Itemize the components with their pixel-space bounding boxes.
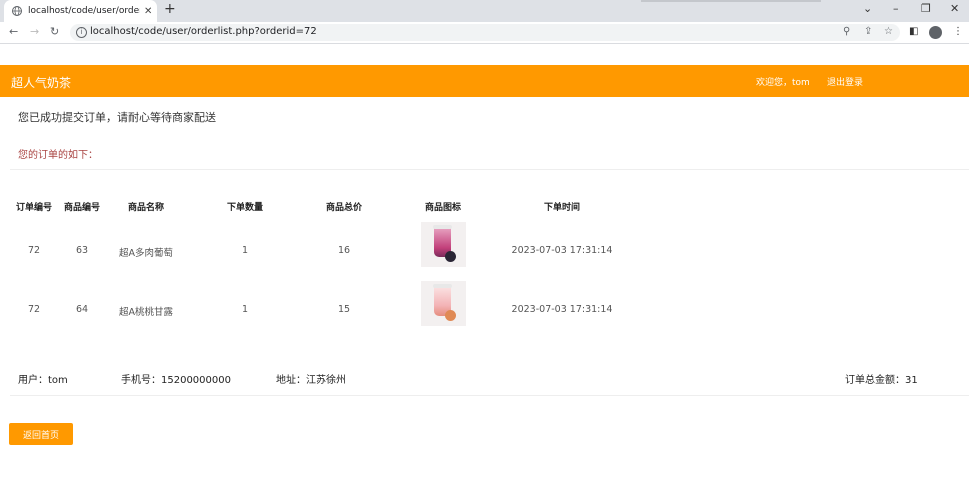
site-header: 超人气奶茶 欢迎您，tom 退出登录 (0, 65, 969, 97)
site-title[interactable]: 超人气奶茶 (11, 74, 71, 91)
site-info-icon[interactable]: i (76, 27, 87, 38)
column-header-product-id: 商品编号 (63, 203, 101, 213)
welcome-text: 欢迎您，tom (756, 78, 810, 88)
peach-milk-tea-image (421, 281, 466, 326)
url-text[interactable]: localhost/code/user/orderlist.php?orderi… (90, 26, 317, 37)
new-tab-button[interactable]: + (164, 1, 176, 17)
side-panel-icon[interactable]: ◧ (909, 26, 918, 37)
browser-tab[interactable]: localhost/code/user/orderlist.p ✕ (4, 0, 157, 22)
order-id-cell: 72 (27, 304, 41, 315)
product-name-cell: 超A多肉葡萄 (119, 248, 173, 259)
quantity-cell: 1 (241, 304, 249, 315)
globe-icon (12, 6, 22, 16)
order-subheading: 您的订单的如下： (18, 150, 98, 161)
url-input[interactable]: i localhost/code/user/orderlist.php?orde… (70, 24, 900, 41)
user-info: 用户：tom (18, 375, 68, 386)
menu-kebab-icon[interactable]: ⋮ (953, 26, 963, 37)
success-message: 您已成功提交订单，请耐心等待商家配送 (18, 111, 216, 124)
minimize-button[interactable]: – (893, 2, 899, 15)
column-header-time: 下单时间 (543, 203, 581, 213)
close-window-button[interactable]: ✕ (950, 2, 959, 15)
reload-icon[interactable]: ↻ (50, 25, 59, 38)
maximize-button[interactable]: ❐ (921, 2, 931, 15)
column-header-name: 商品名称 (127, 203, 165, 213)
total-cell: 16 (337, 245, 351, 256)
column-header-total: 商品总价 (325, 203, 363, 213)
divider (10, 395, 969, 396)
browser-tab-strip: localhost/code/user/orderlist.p ✕ + ⌄ – … (0, 0, 969, 22)
address-bar: ← → ↻ i localhost/code/user/orderlist.ph… (0, 22, 969, 44)
back-home-button[interactable]: 返回首页 (9, 423, 73, 445)
grape-milk-tea-image (421, 222, 466, 267)
close-tab-icon[interactable]: ✕ (144, 6, 152, 17)
total-cell: 15 (337, 304, 351, 315)
tab-strip-indicator (641, 0, 821, 2)
order-id-cell: 72 (27, 245, 41, 256)
column-header-order-id: 订单编号 (15, 203, 53, 213)
address-info: 地址：江苏徐州 (276, 375, 346, 386)
back-arrow-icon[interactable]: ← (9, 25, 18, 38)
tab-search-icon[interactable]: ⌄ (863, 2, 872, 15)
logout-link[interactable]: 退出登录 (827, 75, 863, 88)
order-total: 订单总金额：31 (845, 375, 918, 386)
product-id-cell: 63 (75, 245, 89, 256)
profile-avatar-icon[interactable] (929, 26, 942, 39)
order-time-cell: 2023-07-03 17:31:14 (511, 245, 613, 256)
quantity-cell: 1 (241, 245, 249, 256)
bookmark-star-icon[interactable]: ☆ (884, 26, 893, 37)
tab-title: localhost/code/user/orderlist.p (28, 6, 140, 16)
zoom-icon[interactable]: ⚲ (843, 26, 850, 37)
divider (10, 169, 969, 170)
column-header-image: 商品图标 (424, 203, 462, 213)
column-header-quantity: 下单数量 (226, 203, 264, 213)
forward-arrow-icon[interactable]: → (30, 25, 39, 38)
share-icon[interactable]: ⇪ (864, 26, 872, 37)
product-name-cell: 超A桃桃甘露 (119, 307, 173, 318)
order-time-cell: 2023-07-03 17:31:14 (511, 304, 613, 315)
product-id-cell: 64 (75, 304, 89, 315)
phone-info: 手机号：15200000000 (121, 375, 231, 386)
